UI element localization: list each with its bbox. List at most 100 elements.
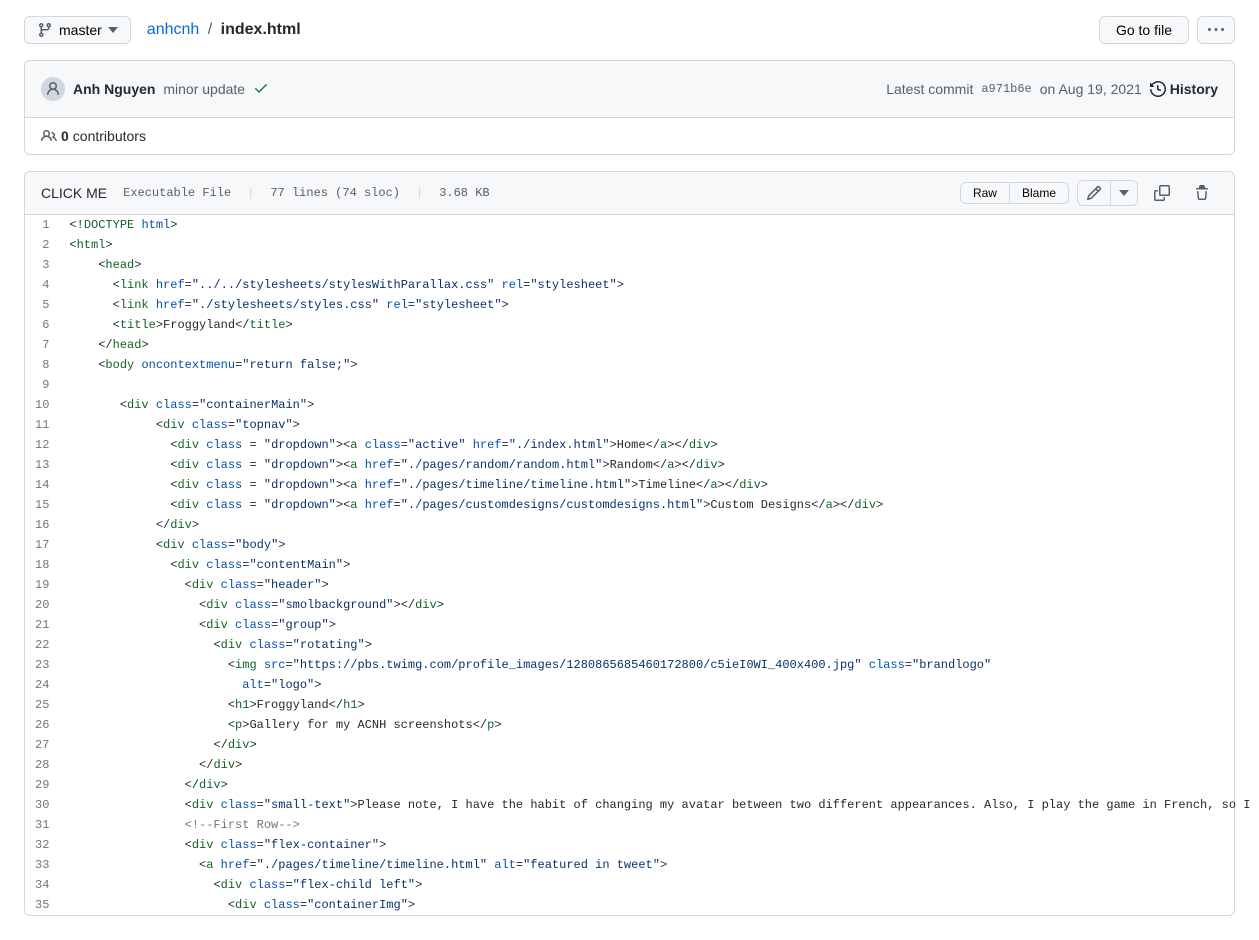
line-number[interactable]: 8 <box>25 355 59 375</box>
edit-button[interactable] <box>1078 181 1111 205</box>
code-content[interactable]: <head> <box>59 255 1259 275</box>
code-content[interactable]: <div class="body"> <box>59 535 1259 555</box>
code-content[interactable]: <div class="flex-child left"> <box>59 875 1259 895</box>
commit-message[interactable]: minor update <box>159 81 245 97</box>
code-line: 13 <div class = "dropdown"><a href="./pa… <box>25 455 1259 475</box>
line-number[interactable]: 14 <box>25 475 59 495</box>
breadcrumb-repo-link[interactable]: anhcnh <box>147 21 200 38</box>
line-number[interactable]: 30 <box>25 795 59 815</box>
code-content[interactable]: <div class="containerImg"> <box>59 895 1259 915</box>
line-number[interactable]: 34 <box>25 875 59 895</box>
line-number[interactable]: 18 <box>25 555 59 575</box>
avatar[interactable] <box>41 77 65 101</box>
line-number[interactable]: 9 <box>25 375 59 395</box>
history-link[interactable]: History <box>1150 81 1218 97</box>
code-content[interactable]: <html> <box>59 235 1259 255</box>
pencil-icon <box>1086 185 1102 201</box>
code-content[interactable]: <div class="group"> <box>59 615 1259 635</box>
line-number[interactable]: 6 <box>25 315 59 335</box>
go-to-file-button[interactable]: Go to file <box>1099 16 1189 44</box>
code-content[interactable]: <div class="contentMain"> <box>59 555 1259 575</box>
commit-sha[interactable]: a971b6e <box>981 82 1031 96</box>
code-line: 3 <head> <box>25 255 1259 275</box>
line-number[interactable]: 13 <box>25 455 59 475</box>
line-number[interactable]: 23 <box>25 655 59 675</box>
code-content[interactable]: alt="logo"> <box>59 675 1259 695</box>
code-content[interactable]: <body oncontextmenu="return false;"> <box>59 355 1259 375</box>
line-number[interactable]: 28 <box>25 755 59 775</box>
line-number[interactable]: 25 <box>25 695 59 715</box>
code-content[interactable]: <div class="topnav"> <box>59 415 1259 435</box>
code-content[interactable]: <div class="smolbackground"></div> <box>59 595 1259 615</box>
line-number[interactable]: 24 <box>25 675 59 695</box>
line-number[interactable]: 22 <box>25 635 59 655</box>
code-content[interactable]: <h1>Froggyland</h1> <box>59 695 1259 715</box>
code-content[interactable]: </div> <box>59 735 1259 755</box>
code-content[interactable]: </div> <box>59 755 1259 775</box>
line-number[interactable]: 21 <box>25 615 59 635</box>
line-number[interactable]: 32 <box>25 835 59 855</box>
code-content[interactable]: <div class="rotating"> <box>59 635 1259 655</box>
more-options-button[interactable] <box>1197 16 1235 44</box>
executable-file-label: Executable File <box>123 186 231 200</box>
line-number[interactable]: 17 <box>25 535 59 555</box>
click-me-text: CLICK ME <box>41 185 107 201</box>
line-number[interactable]: 5 <box>25 295 59 315</box>
people-icon <box>41 128 57 144</box>
code-content[interactable]: </head> <box>59 335 1259 355</box>
code-line: 17 <div class="body"> <box>25 535 1259 555</box>
branch-select-button[interactable]: master <box>24 16 131 44</box>
code-content[interactable]: <!DOCTYPE html> <box>59 215 1259 235</box>
raw-button[interactable]: Raw <box>961 183 1010 203</box>
code-content[interactable]: <div class="header"> <box>59 575 1259 595</box>
breadcrumb-current: index.html <box>221 21 301 38</box>
line-number[interactable]: 11 <box>25 415 59 435</box>
code-content[interactable]: <div class = "dropdown"><a href="./pages… <box>59 495 1259 515</box>
line-number[interactable]: 26 <box>25 715 59 735</box>
code-content[interactable]: <div class = "dropdown"><a class="active… <box>59 435 1259 455</box>
breadcrumb: anhcnh / index.html <box>147 21 301 39</box>
code-content[interactable]: <img src="https://pbs.twimg.com/profile_… <box>59 655 1259 675</box>
code-content[interactable]: <a href="./pages/timeline/timeline.html"… <box>59 855 1259 875</box>
line-number[interactable]: 29 <box>25 775 59 795</box>
code-content[interactable]: <title>Froggyland</title> <box>59 315 1259 335</box>
line-number[interactable]: 27 <box>25 735 59 755</box>
line-number[interactable]: 20 <box>25 595 59 615</box>
code-line: 15 <div class = "dropdown"><a href="./pa… <box>25 495 1259 515</box>
edit-dropdown-button[interactable] <box>1111 181 1137 205</box>
line-number[interactable]: 19 <box>25 575 59 595</box>
code-line: 20 <div class="smolbackground"></div> <box>25 595 1259 615</box>
code-content[interactable]: <div class="flex-container"> <box>59 835 1259 855</box>
line-number[interactable]: 4 <box>25 275 59 295</box>
line-number[interactable]: 33 <box>25 855 59 875</box>
code-content[interactable]: </div> <box>59 775 1259 795</box>
line-number[interactable]: 12 <box>25 435 59 455</box>
line-number[interactable]: 16 <box>25 515 59 535</box>
code-content[interactable]: <link href="../../stylesheets/stylesWith… <box>59 275 1259 295</box>
code-content[interactable]: <div class="small-text">Please note, I h… <box>59 795 1259 815</box>
code-line: 25 <h1>Froggyland</h1> <box>25 695 1259 715</box>
delete-button[interactable] <box>1186 181 1218 205</box>
code-content[interactable]: <link href="./stylesheets/styles.css" re… <box>59 295 1259 315</box>
line-number[interactable]: 15 <box>25 495 59 515</box>
line-number[interactable]: 7 <box>25 335 59 355</box>
line-number[interactable]: 35 <box>25 895 59 915</box>
edit-group <box>1077 180 1138 206</box>
line-number[interactable]: 31 <box>25 815 59 835</box>
code-content[interactable]: <div class="containerMain"> <box>59 395 1259 415</box>
line-number[interactable]: 10 <box>25 395 59 415</box>
code-content[interactable] <box>59 375 1259 395</box>
line-number[interactable]: 3 <box>25 255 59 275</box>
copy-button[interactable] <box>1146 181 1178 205</box>
contributors-count: 0 <box>61 128 69 144</box>
code-content[interactable]: </div> <box>59 515 1259 535</box>
line-number[interactable]: 2 <box>25 235 59 255</box>
line-number[interactable]: 1 <box>25 215 59 235</box>
commit-author[interactable]: Anh Nguyen <box>73 81 155 97</box>
code-content[interactable]: <!--First Row--> <box>59 815 1259 835</box>
code-content[interactable]: <div class = "dropdown"><a href="./pages… <box>59 475 1259 495</box>
code-content[interactable]: <p>Gallery for my ACNH screenshots</p> <box>59 715 1259 735</box>
check-icon[interactable] <box>253 80 269 99</box>
code-content[interactable]: <div class = "dropdown"><a href="./pages… <box>59 455 1259 475</box>
blame-button[interactable]: Blame <box>1010 183 1068 203</box>
